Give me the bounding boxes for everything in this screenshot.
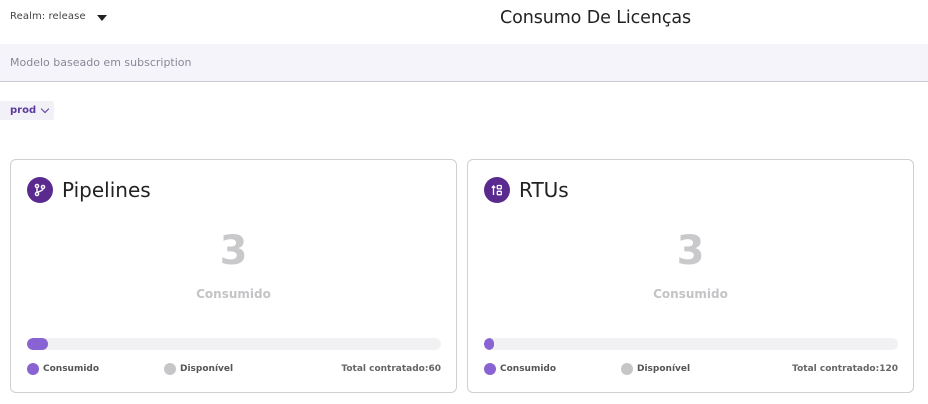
card-title: RTUs (519, 178, 569, 202)
legend-consumed-label: Consumido (43, 364, 100, 374)
git-branch-icon (27, 177, 53, 203)
usage-progress-fill (484, 338, 495, 350)
legend-available-label: Disponível (180, 364, 234, 374)
rtus-card: RTUs 3 Consumido Consumido Disponível To… (467, 159, 914, 393)
consumed-dot-icon (27, 363, 39, 375)
available-dot-icon (621, 363, 633, 375)
card-header: RTUs (484, 177, 569, 203)
legend-available: Disponível (621, 363, 690, 375)
card-header: Pipelines (27, 177, 151, 203)
available-dot-icon (164, 363, 176, 375)
legend-available-label: Disponível (637, 364, 691, 374)
consumed-value: 3 (219, 228, 248, 274)
usage-progress-bar (27, 338, 441, 350)
card-title: Pipelines (62, 178, 151, 202)
legend: Consumido Disponível Total contratado:12… (484, 363, 898, 377)
chevron-down-icon (40, 104, 50, 113)
usage-progress-fill (27, 338, 48, 350)
subheader-text: Modelo baseado em subscription (10, 56, 192, 69)
environment-label: prod (10, 105, 37, 116)
legend-consumed: Consumido (27, 363, 99, 375)
environment-dropdown[interactable]: prod (0, 101, 55, 120)
legend: Consumido Disponível Total contratado:60 (27, 363, 441, 377)
consumed-value-label: Consumido (653, 287, 728, 301)
total-contracted: Total contratado:120 (792, 364, 898, 374)
pipelines-card: Pipelines 3 Consumido Consumido Disponív… (10, 159, 457, 393)
top-bar: Realm: release Consumo De Licenças (0, 0, 928, 44)
rtu-nodes-icon (484, 177, 510, 203)
realm-selector[interactable]: Realm: release (10, 11, 107, 22)
legend-consumed-label: Consumido (500, 364, 557, 374)
usage-progress-bar (484, 338, 898, 350)
consumed-dot-icon (484, 363, 496, 375)
consumed-value-label: Consumido (196, 287, 271, 301)
realm-label: Realm: release (10, 11, 86, 22)
legend-consumed: Consumido (484, 363, 556, 375)
subheader-banner: Modelo baseado em subscription (0, 44, 928, 82)
consumed-value: 3 (676, 228, 705, 274)
legend-available: Disponível (164, 363, 233, 375)
total-contracted: Total contratado:60 (341, 364, 441, 374)
caret-down-icon[interactable] (96, 14, 107, 21)
page-title: Consumo De Licenças (500, 8, 692, 28)
